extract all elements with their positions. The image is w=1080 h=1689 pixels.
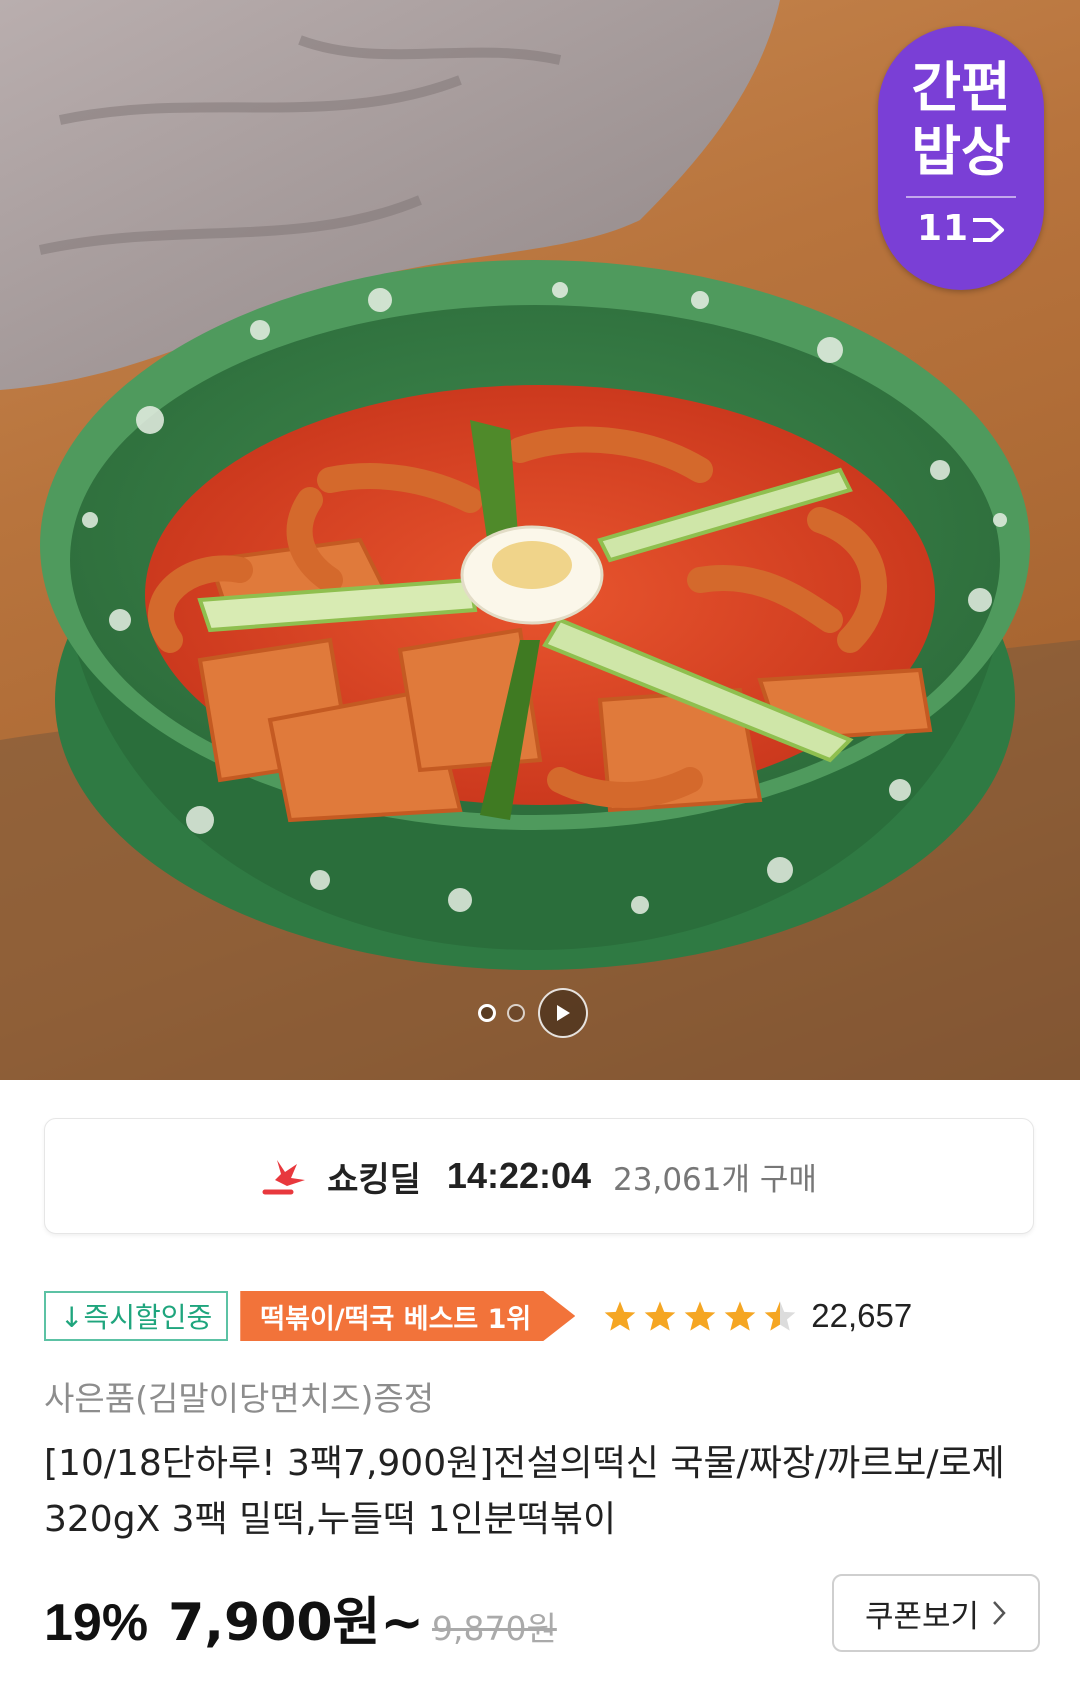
arrow-logo-icon bbox=[973, 218, 1005, 242]
carousel-dot-1[interactable] bbox=[478, 1004, 496, 1022]
star-icon bbox=[724, 1301, 756, 1331]
instant-discount-tag: ↓즉시할인중 bbox=[44, 1291, 229, 1341]
coupon-label: 쿠폰보기 bbox=[864, 1598, 980, 1635]
product-tags: ↓즉시할인중 떡볶이/떡국 베스트 1위 22,657 bbox=[44, 1290, 912, 1342]
shocking-deal-bar[interactable]: 쇼킹딜 14:22:04 23,061개 구매 bbox=[44, 1118, 1034, 1234]
play-icon bbox=[557, 1005, 570, 1021]
discount-rate: 19% bbox=[44, 1594, 149, 1652]
gift-notice: 사은품(김말이당면치즈)증정 bbox=[44, 1379, 435, 1418]
half-star-icon bbox=[764, 1301, 796, 1331]
deal-label: 쇼킹딜 bbox=[327, 1159, 421, 1200]
chevron-right-icon bbox=[993, 1601, 1006, 1625]
video-play-button[interactable] bbox=[538, 988, 588, 1038]
badge-divider bbox=[906, 196, 1016, 198]
easy-meal-badge[interactable]: 간편 밥상 11 bbox=[878, 26, 1044, 290]
review-count: 22,657 bbox=[811, 1297, 913, 1334]
star-icon bbox=[684, 1301, 716, 1331]
11st-logo: 11 bbox=[878, 208, 1044, 249]
badge-line1: 간편 bbox=[911, 56, 1011, 119]
rating-stars[interactable]: 22,657 bbox=[603, 1297, 912, 1335]
deal-timer: 14:22:04 bbox=[446, 1155, 592, 1196]
best-rank-tag[interactable]: 떡볶이/떡국 베스트 1위 bbox=[240, 1291, 575, 1341]
product-image[interactable]: 간편 밥상 11 bbox=[0, 0, 1080, 1080]
price-row: 19% 7,900원~ 9,870원 bbox=[44, 1580, 557, 1653]
sale-price: 7,900원~ bbox=[168, 1593, 424, 1653]
purchase-count: 23,061개 구매 bbox=[613, 1161, 817, 1198]
shocking-deal-icon bbox=[262, 1160, 306, 1195]
product-title: [10/18단하루! 3팩7,900원]전설의떡신 국물/짜장/까르보/로제 3… bbox=[44, 1443, 1005, 1540]
star-icon bbox=[644, 1301, 676, 1331]
star-icon bbox=[604, 1301, 636, 1331]
coupon-button[interactable]: 쿠폰보기 bbox=[832, 1574, 1040, 1652]
carousel-dot-2[interactable] bbox=[507, 1004, 525, 1022]
carousel-indicator bbox=[478, 988, 588, 1038]
badge-line2: 밥상 bbox=[911, 120, 1011, 183]
original-price: 9,870원 bbox=[431, 1609, 557, 1648]
